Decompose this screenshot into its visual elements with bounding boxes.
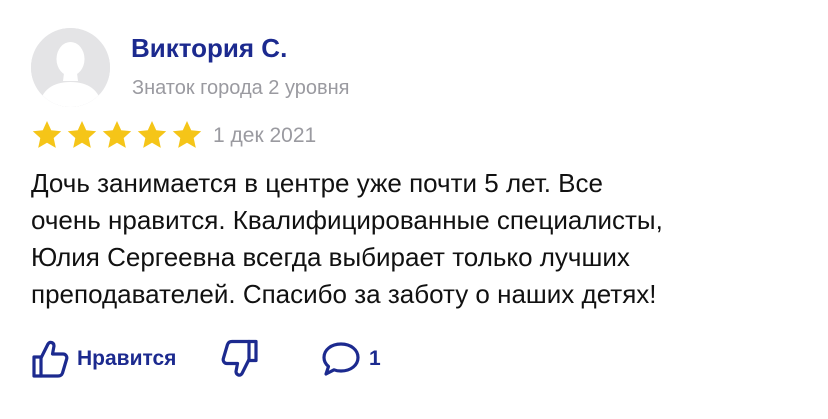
author-name[interactable]: Виктория С. <box>131 33 287 64</box>
review-text-line: Юлия Сергеевна всегда выбирает только лу… <box>31 242 630 272</box>
star-icon <box>67 121 97 148</box>
star-icon <box>137 121 167 148</box>
review-text-line: Дочь занимается в центре уже почти 5 лет… <box>31 168 603 198</box>
rating-stars <box>31 119 203 151</box>
star-icon <box>172 121 202 148</box>
like-label: Нравится <box>77 347 177 370</box>
comment-bubble-icon <box>322 342 360 376</box>
star-icon <box>32 121 62 148</box>
review-text-line: преподавателей. Спасибо за заботу о наши… <box>31 279 657 309</box>
review-text: Дочь занимается в центре уже почти 5 лет… <box>31 165 801 313</box>
review-date: 1 дек 2021 <box>213 124 317 147</box>
star-icon <box>102 121 132 148</box>
like-button[interactable]: Нравится <box>31 338 176 380</box>
dislike-button[interactable] <box>218 338 260 380</box>
user-silhouette-icon <box>31 28 110 107</box>
author-level: Знаток города 2 уровня <box>132 77 350 99</box>
comment-button[interactable]: 1 <box>321 338 381 380</box>
comment-count: 1 <box>369 347 381 370</box>
review-text-line: очень нравится. Квалифицированные специа… <box>31 205 663 235</box>
thumbs-down-icon <box>221 339 258 377</box>
thumbs-up-icon <box>32 340 69 378</box>
avatar[interactable] <box>31 28 110 107</box>
